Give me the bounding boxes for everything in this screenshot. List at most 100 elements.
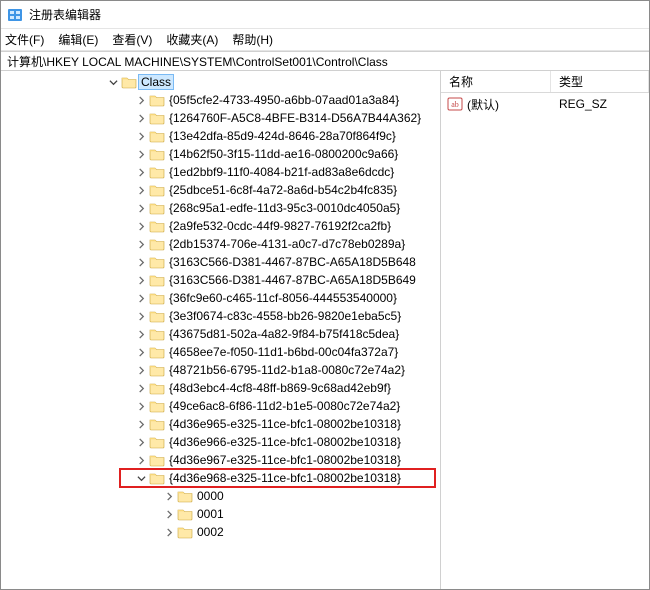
tree-item[interactable]: {36fc9e60-c465-11cf-8056-444553540000} (1, 289, 440, 307)
tree-item[interactable]: {4658ee7e-f050-11d1-b6bd-00c04fa372a7} (1, 343, 440, 361)
folder-icon (149, 147, 165, 161)
tree-item[interactable]: {49ce6ac8-6f86-11d2-b1e5-0080c72e74a2} (1, 397, 440, 415)
folder-icon (149, 201, 165, 215)
menu-favorites[interactable]: 收藏夹(A) (166, 31, 218, 48)
tree-item-class[interactable]: Class (1, 73, 440, 91)
chevron-right-icon[interactable] (163, 526, 175, 538)
tree-label: {49ce6ac8-6f86-11d2-b1e5-0080c72e74a2} (169, 397, 400, 415)
string-value-icon: ab (447, 96, 463, 112)
chevron-right-icon[interactable] (135, 382, 147, 394)
folder-icon (149, 399, 165, 413)
chevron-right-icon[interactable] (135, 94, 147, 106)
tree-item[interactable]: {48d3ebc4-4cf8-48ff-b869-9c68ad42eb9f} (1, 379, 440, 397)
chevron-right-icon[interactable] (163, 490, 175, 502)
chevron-right-icon[interactable] (135, 148, 147, 160)
chevron-down-icon[interactable] (107, 76, 119, 88)
chevron-right-icon[interactable] (135, 166, 147, 178)
chevron-right-icon[interactable] (135, 256, 147, 268)
folder-icon (149, 471, 165, 485)
tree-item[interactable]: {25dbce51-6c8f-4a72-8a6d-b54c2b4fc835} (1, 181, 440, 199)
tree-item[interactable]: {05f5cfe2-4733-4950-a6bb-07aad01a3a84} (1, 91, 440, 109)
tree-label: {48721b56-6795-11d2-b1a8-0080c72e74a2} (169, 361, 405, 379)
tree-item[interactable]: {4d36e965-e325-11ce-bfc1-08002be10318} (1, 415, 440, 433)
tree-item[interactable]: {1264760F-A5C8-4BFE-B314-D56A7B44A362} (1, 109, 440, 127)
folder-icon (149, 273, 165, 287)
tree-label: 0002 (197, 523, 224, 541)
menu-help[interactable]: 帮助(H) (232, 31, 273, 48)
tree-item[interactable]: {3e3f0674-c83c-4558-bb26-9820e1eba5c5} (1, 307, 440, 325)
chevron-down-icon[interactable] (135, 472, 147, 484)
tree-label: {3163C566-D381-4467-87BC-A65A18D5B648 (169, 253, 416, 271)
menubar: 文件(F) 编辑(E) 查看(V) 收藏夹(A) 帮助(H) (1, 29, 649, 51)
tree-item[interactable]: 0000 (1, 487, 440, 505)
chevron-right-icon[interactable] (163, 508, 175, 520)
folder-icon (177, 525, 193, 539)
tree-item[interactable]: {4d36e966-e325-11ce-bfc1-08002be10318} (1, 433, 440, 451)
tree-item[interactable]: {2a9fe532-0cdc-44f9-9827-76192f2ca2fb} (1, 217, 440, 235)
folder-icon (149, 453, 165, 467)
folder-icon (149, 363, 165, 377)
regedit-app-icon (7, 7, 23, 23)
column-headers[interactable]: 名称 类型 (441, 71, 649, 93)
folder-icon (149, 381, 165, 395)
chevron-right-icon[interactable] (135, 130, 147, 142)
content-area: Class {05f5cfe2-4733-4950-a6bb-07aad01a3a… (1, 71, 649, 589)
tree-label: {13e42dfa-85d9-424d-8646-28a70f864f9c} (169, 127, 396, 145)
tree-label: {4658ee7e-f050-11d1-b6bd-00c04fa372a7} (169, 343, 398, 361)
tree-item[interactable]: {3163C566-D381-4467-87BC-A65A18D5B649 (1, 271, 440, 289)
tree-label: {3163C566-D381-4467-87BC-A65A18D5B649 (169, 271, 416, 289)
folder-icon (149, 183, 165, 197)
chevron-right-icon[interactable] (135, 112, 147, 124)
tree-item[interactable]: {43675d81-502a-4a82-9f84-b75f418c5dea} (1, 325, 440, 343)
tree-item[interactable]: {1ed2bbf9-11f0-4084-b21f-ad83a8e6dcdc} (1, 163, 440, 181)
value-row[interactable]: ab(默认)REG_SZ (441, 95, 649, 113)
tree-item[interactable]: 0001 (1, 505, 440, 523)
chevron-right-icon[interactable] (135, 364, 147, 376)
tree-item[interactable]: {268c95a1-edfe-11d3-95c3-0010dc4050a5} (1, 199, 440, 217)
chevron-right-icon[interactable] (135, 346, 147, 358)
tree-item[interactable]: {4d36e968-e325-11ce-bfc1-08002be10318} (1, 469, 440, 487)
menu-edit[interactable]: 编辑(E) (58, 31, 98, 48)
chevron-right-icon[interactable] (135, 310, 147, 322)
chevron-right-icon[interactable] (135, 400, 147, 412)
tree-label: {25dbce51-6c8f-4a72-8a6d-b54c2b4fc835} (169, 181, 397, 199)
tree-label: 0001 (197, 505, 224, 523)
tree-label: {2db15374-706e-4131-a0c7-d7c78eb0289a} (169, 235, 405, 253)
window-title: 注册表编辑器 (29, 6, 101, 23)
tree-label: {2a9fe532-0cdc-44f9-9827-76192f2ca2fb} (169, 217, 391, 235)
menu-view[interactable]: 查看(V) (112, 31, 152, 48)
tree-item[interactable]: 0002 (1, 523, 440, 541)
tree-label: {43675d81-502a-4a82-9f84-b75f418c5dea} (169, 325, 399, 343)
tree-item[interactable]: {4d36e967-e325-11ce-bfc1-08002be10318} (1, 451, 440, 469)
tree-item[interactable]: {3163C566-D381-4467-87BC-A65A18D5B648 (1, 253, 440, 271)
tree-label: {48d3ebc4-4cf8-48ff-b869-9c68ad42eb9f} (169, 379, 391, 397)
folder-icon (149, 93, 165, 107)
chevron-right-icon[interactable] (135, 184, 147, 196)
values-pane[interactable]: 名称 类型 ab(默认)REG_SZ (441, 71, 649, 589)
chevron-right-icon[interactable] (135, 436, 147, 448)
col-header-name[interactable]: 名称 (441, 71, 551, 92)
folder-icon (149, 435, 165, 449)
chevron-right-icon[interactable] (135, 220, 147, 232)
chevron-right-icon[interactable] (135, 202, 147, 214)
folder-icon (149, 327, 165, 341)
titlebar[interactable]: 注册表编辑器 (1, 1, 649, 29)
folder-icon (149, 309, 165, 323)
menu-file[interactable]: 文件(F) (5, 31, 44, 48)
tree-item[interactable]: {13e42dfa-85d9-424d-8646-28a70f864f9c} (1, 127, 440, 145)
folder-icon (149, 165, 165, 179)
tree-item[interactable]: {2db15374-706e-4131-a0c7-d7c78eb0289a} (1, 235, 440, 253)
tree-pane[interactable]: Class {05f5cfe2-4733-4950-a6bb-07aad01a3a… (1, 71, 441, 589)
chevron-right-icon[interactable] (135, 274, 147, 286)
tree-label: Class (141, 75, 171, 89)
tree-label: {4d36e965-e325-11ce-bfc1-08002be10318} (169, 415, 401, 433)
tree-item[interactable]: {14b62f50-3f15-11dd-ae16-0800200c9a66} (1, 145, 440, 163)
chevron-right-icon[interactable] (135, 292, 147, 304)
chevron-right-icon[interactable] (135, 418, 147, 430)
chevron-right-icon[interactable] (135, 238, 147, 250)
tree-item[interactable]: {48721b56-6795-11d2-b1a8-0080c72e74a2} (1, 361, 440, 379)
col-header-type[interactable]: 类型 (551, 71, 649, 92)
chevron-right-icon[interactable] (135, 328, 147, 340)
address-bar[interactable]: 计算机\HKEY LOCAL MACHINE\SYSTEM\ControlSet… (1, 51, 649, 71)
chevron-right-icon[interactable] (135, 454, 147, 466)
